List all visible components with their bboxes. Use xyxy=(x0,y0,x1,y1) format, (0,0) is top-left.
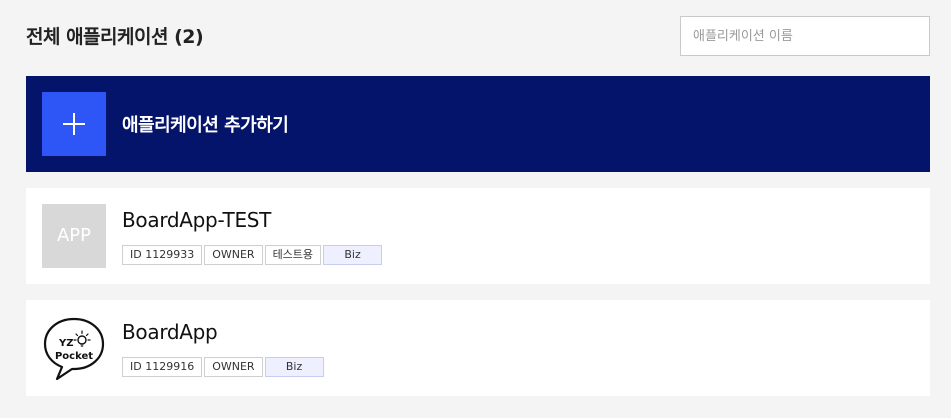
page-header: 전체 애플리케이션 (2) xyxy=(26,0,930,72)
app-card[interactable]: YZ Pocket BoardApp ID 1129916 OWNER Biz xyxy=(26,300,930,396)
app-tags: ID 1129933 OWNER 테스트용 Biz xyxy=(122,245,383,265)
app-card[interactable]: APP BoardApp-TEST ID 1129933 OWNER 테스트용 … xyxy=(26,188,930,284)
svg-text:YZ: YZ xyxy=(58,338,74,349)
app-tags: ID 1129916 OWNER Biz xyxy=(122,357,324,377)
app-name: BoardApp-TEST xyxy=(122,208,272,232)
app-thumbnail: APP xyxy=(42,204,106,268)
app-id-tag: ID 1129916 xyxy=(122,357,203,377)
role-tag: OWNER xyxy=(204,245,263,265)
purpose-tag: 테스트용 xyxy=(264,245,322,265)
search-input[interactable] xyxy=(680,16,930,56)
app-id-tag: ID 1129933 xyxy=(122,245,203,265)
plus-icon xyxy=(42,92,106,156)
app-name: BoardApp xyxy=(122,320,218,344)
biz-tag: Biz xyxy=(264,357,324,377)
biz-tag: Biz xyxy=(323,245,383,265)
page-title: 전체 애플리케이션 (2) xyxy=(26,26,204,48)
svg-text:Pocket: Pocket xyxy=(55,351,93,362)
add-application-button[interactable]: 애플리케이션 추가하기 xyxy=(26,76,930,172)
role-tag: OWNER xyxy=(204,357,263,377)
add-application-label: 애플리케이션 추가하기 xyxy=(122,115,289,136)
yz-pocket-logo: YZ Pocket xyxy=(42,316,106,381)
